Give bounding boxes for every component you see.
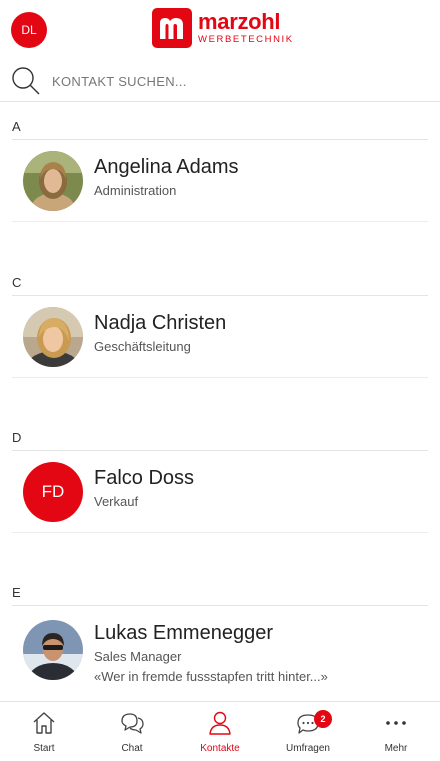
section-header-d: D [12,430,22,445]
notification-badge: 2 [314,710,332,728]
logo-subtitle: WERBETECHNIK [198,34,294,46]
contact-search-bar [0,60,440,102]
contact-role: Verkauf [94,494,139,509]
tab-label: Chat [121,743,143,754]
user-initials: DL [21,23,37,37]
tab-umfragen[interactable]: 2 Umfragen [264,702,352,761]
contact-name: Nadja Christen [94,312,227,334]
tab-label: Mehr [384,743,408,754]
contact-role: Administration [94,183,177,198]
more-icon [386,721,406,725]
contact-initials: FD [41,482,65,501]
divider [12,532,428,533]
contact-initials-avatar: FD [23,462,83,522]
tab-mehr[interactable]: Mehr [352,702,440,761]
chat-icon [121,713,144,734]
logo-wordmark: marzohl [198,9,281,35]
contact-name: Lukas Emmenegger [94,622,273,644]
app-header: DL marzohl WERBETECHNIK [0,0,440,56]
section-header-a: A [12,119,21,134]
contact-photo [23,620,83,680]
bottom-tab-bar: Start Chat Kontakte 2 Umfragen Mehr [0,701,440,761]
contact-status-quote: «Wer in fremde fussstapfen tritt hinter.… [94,669,328,684]
home-icon [33,712,55,734]
badge-count: 2 [320,714,326,724]
contacts-icon [209,711,231,735]
contact-role: Geschäftsleitung [94,339,191,354]
tab-start[interactable]: Start [0,702,88,761]
tab-label: Start [33,743,55,754]
logo-m-icon [152,8,192,48]
brand-logo: marzohl WERBETECHNIK [152,8,294,48]
contact-list[interactable]: A Angelina Adams Administration C Nadja … [0,103,440,701]
search-icon[interactable] [10,65,42,97]
list-item[interactable]: Nadja Christen Geschäftsleitung [12,296,428,376]
contact-photo [23,307,83,367]
tab-kontakte[interactable]: Kontakte [176,702,264,761]
contact-name: Falco Doss [94,467,195,489]
list-item[interactable]: FD Falco Doss Verkauf [12,451,428,531]
tab-label: Kontakte [200,743,240,754]
user-avatar[interactable]: DL [11,12,47,48]
tab-label: Umfragen [286,743,330,754]
contact-role: Sales Manager [94,649,182,664]
list-item[interactable]: Lukas Emmenegger Sales Manager «Wer in f… [12,606,428,698]
divider [12,377,428,378]
search-input[interactable] [52,70,422,92]
list-item[interactable]: Angelina Adams Administration [12,140,428,220]
divider [12,221,428,222]
contact-name: Angelina Adams [94,156,239,178]
section-header-e: E [12,585,21,600]
contact-photo [23,151,83,211]
tab-chat[interactable]: Chat [88,702,176,761]
section-header-c: C [12,275,22,290]
